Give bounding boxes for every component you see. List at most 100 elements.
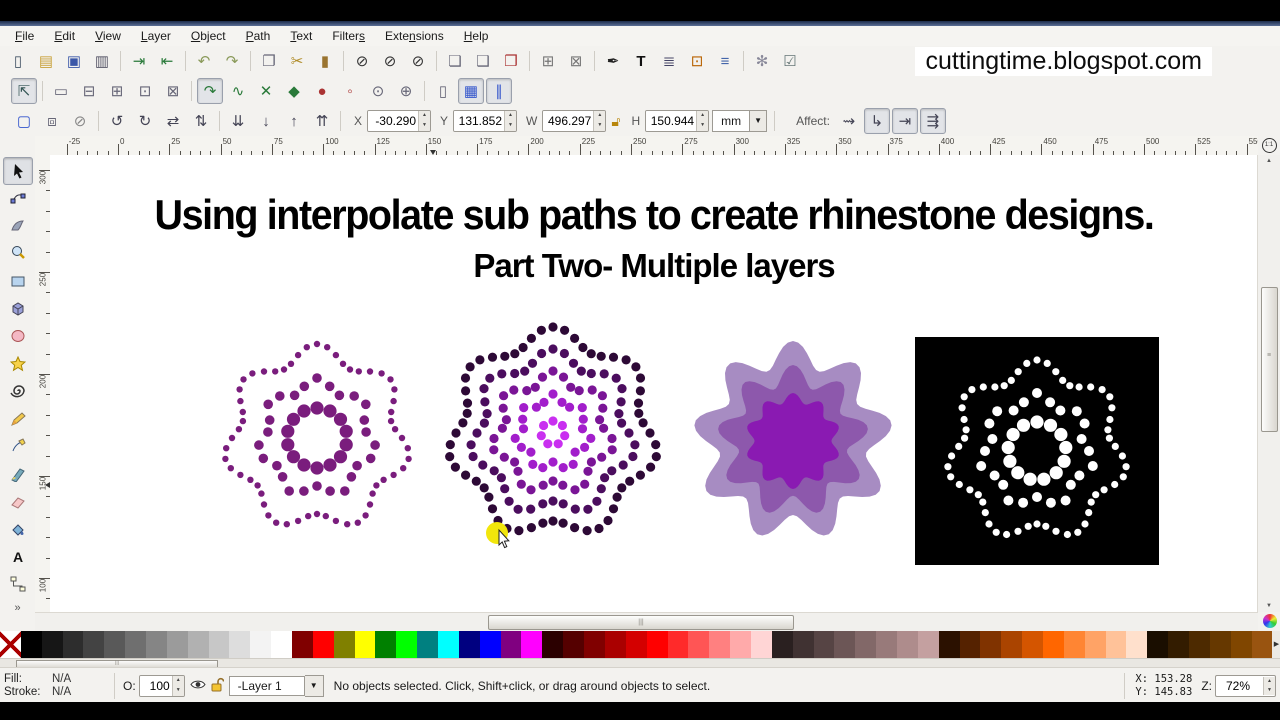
rhinestone-flower-light[interactable] [222, 340, 412, 528]
undo-button[interactable]: ↶ [191, 48, 217, 74]
open-document-button[interactable]: ▤ [33, 48, 59, 74]
rhinestone-dot[interactable] [1087, 383, 1095, 391]
rhinestone-dot[interactable] [617, 418, 627, 428]
layer-lock-icon[interactable] [210, 677, 225, 695]
rhinestone-dot[interactable] [1065, 479, 1076, 490]
rhinestone-dot[interactable] [599, 423, 609, 433]
rhinestone-dot[interactable] [445, 440, 455, 450]
rhinestone-dot[interactable] [1023, 359, 1031, 367]
rhinestone-dot[interactable] [497, 369, 507, 379]
rectangle-tool[interactable] [3, 267, 33, 295]
scale-corners-toggle[interactable]: ↳ [863, 108, 890, 134]
palette-swatch[interactable] [312, 631, 334, 658]
paint-bucket-tool[interactable] [3, 515, 33, 543]
rhinestone-dot[interactable] [531, 402, 541, 412]
palette-swatch[interactable] [688, 631, 710, 658]
palette-swatch[interactable] [813, 631, 835, 658]
rhinestone-dot[interactable] [275, 391, 285, 401]
rhinestone-dot[interactable] [370, 440, 380, 450]
layer-dropdown-arrow[interactable]: ▼ [304, 674, 324, 697]
export-button[interactable]: ⇤ [154, 48, 180, 74]
palette-swatch[interactable] [41, 631, 63, 658]
rhinestone-dot[interactable] [303, 344, 310, 351]
rhinestone-dot[interactable] [390, 471, 397, 479]
palette-swatch[interactable] [1105, 631, 1127, 658]
snap-object-centers-toggle[interactable]: ⊙ [365, 78, 391, 104]
y-spinner[interactable]: ▲ ▼ [504, 111, 517, 131]
rhinestone-dot[interactable] [583, 504, 593, 514]
rhinestone-dot[interactable] [635, 470, 646, 480]
rhinestone-dot[interactable] [968, 386, 976, 394]
rhinestone-dot[interactable] [1018, 397, 1029, 408]
snap-cusp-nodes-toggle[interactable]: ◆ [281, 78, 307, 104]
palette-swatch[interactable] [792, 631, 814, 658]
rhinestone-dot[interactable] [961, 434, 969, 442]
rhinestone-dot[interactable] [536, 325, 546, 335]
opacity-spinner[interactable]: ▲ ▼ [171, 675, 184, 696]
rhinestone-dot[interactable] [966, 486, 974, 494]
rhinestone-dot[interactable] [1003, 530, 1011, 539]
rhinestone-dot[interactable] [281, 438, 295, 452]
rhinestone-dot[interactable] [530, 382, 540, 392]
rhinestone-dot[interactable] [1071, 406, 1082, 417]
rhinestone-dot[interactable] [565, 402, 575, 412]
rhinestone-dot[interactable] [624, 428, 634, 438]
rhinestone-dot[interactable] [603, 515, 613, 526]
rhinestone-dot[interactable] [548, 457, 558, 467]
rhinestone-dot[interactable] [600, 473, 610, 483]
rhinestone-dot[interactable] [287, 360, 295, 367]
rhinestone-flower-preview[interactable] [915, 337, 1159, 565]
palette-swatch[interactable] [292, 631, 313, 658]
palette-swatch[interactable] [208, 631, 230, 658]
select-all-button[interactable]: ▢ [11, 108, 37, 134]
box3d-tool[interactable] [3, 295, 33, 323]
rhinestone-dot[interactable] [1011, 466, 1025, 480]
layer-visibility-eye-icon[interactable] [190, 678, 206, 694]
rhinestone-dot[interactable] [324, 381, 335, 392]
menu-path[interactable]: Path [237, 27, 280, 45]
rhinestone-dot[interactable] [617, 483, 627, 493]
rhinestone-dot[interactable] [352, 460, 362, 471]
canvas[interactable]: Using interpolate sub paths to create rh… [50, 155, 1258, 612]
rhinestone-dot[interactable] [611, 373, 621, 383]
horizontal-ruler[interactable]: -25 0 25 50 75 100 125 150 175 200 225 250 275 300 325… [35, 136, 1258, 156]
rhinestone-dot[interactable] [1118, 452, 1126, 460]
zoom-spinner[interactable]: ▲ ▼ [1263, 676, 1275, 695]
rhinestone-dot[interactable] [1085, 509, 1093, 517]
rhinestone-dot[interactable] [630, 440, 640, 450]
snap-bounding-box-toggle[interactable]: ▭ [48, 78, 74, 104]
rhinestone-dot[interactable] [1018, 497, 1029, 508]
snap-path-intersections-toggle[interactable]: ✕ [253, 78, 279, 104]
calligraphy-tool[interactable] [3, 460, 33, 488]
rhinestone-dot[interactable] [612, 492, 622, 502]
palette-swatch[interactable] [396, 631, 418, 658]
rhinestone-dot[interactable] [451, 428, 461, 438]
rhinestone-dot[interactable] [558, 499, 568, 509]
rhinestone-dot[interactable] [501, 415, 511, 425]
print-button[interactable]: ▥ [89, 48, 115, 74]
palette-swatch[interactable] [250, 631, 272, 658]
rhinestone-dot[interactable] [948, 452, 956, 460]
rhinestone-dot[interactable] [651, 452, 661, 462]
rhinestone-dot[interactable] [635, 386, 646, 396]
rotate-cw-button[interactable]: ↻ [132, 108, 158, 134]
rhinestone-dot[interactable] [633, 398, 644, 408]
rhinestone-dot[interactable] [258, 453, 269, 464]
rhinestone-dot[interactable] [577, 403, 587, 413]
rhinestone-dot[interactable] [277, 472, 288, 482]
rhinestone-dot[interactable] [310, 401, 324, 415]
rhinestone-dot[interactable] [339, 360, 347, 367]
rhinestone-dot[interactable] [976, 461, 987, 471]
rhinestone-dot[interactable] [1006, 427, 1020, 442]
group-objects-button[interactable]: ⊞ [535, 48, 561, 74]
rhinestone-dot[interactable] [635, 373, 646, 383]
rhinestone-dot[interactable] [1111, 442, 1119, 450]
vertical-scroll-thumb[interactable]: ≡ [1261, 287, 1278, 432]
rhinestone-dot[interactable] [537, 372, 548, 382]
document-properties-button[interactable]: ☑ [777, 48, 803, 74]
palette-swatch[interactable] [62, 631, 84, 658]
rhinestone-dot[interactable] [1024, 522, 1032, 530]
scale-stroke-toggle[interactable]: ⇝ [836, 108, 862, 134]
import-button[interactable]: ⇥ [126, 48, 152, 74]
rhinestone-dot[interactable] [366, 501, 374, 508]
